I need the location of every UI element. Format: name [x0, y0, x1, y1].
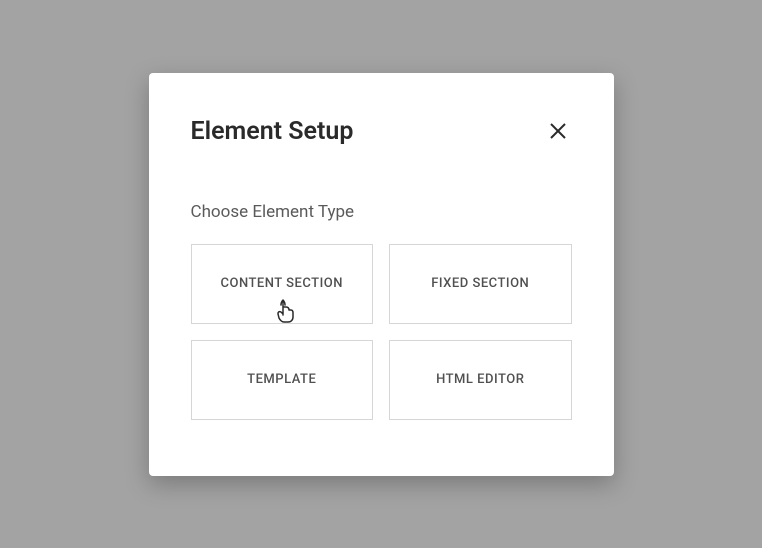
close-button[interactable] — [544, 117, 572, 145]
modal-title: Element Setup — [191, 117, 354, 146]
option-template[interactable]: TEMPLATE — [191, 340, 374, 420]
section-label: Choose Element Type — [191, 202, 572, 222]
option-fixed-section[interactable]: FIXED SECTION — [389, 244, 572, 324]
modal-header: Element Setup — [191, 117, 572, 146]
close-icon — [548, 121, 568, 141]
option-grid: CONTENT SECTION FIXED SECTION TEMPLATE H… — [191, 244, 572, 420]
option-content-section[interactable]: CONTENT SECTION — [191, 244, 374, 324]
option-html-editor[interactable]: HTML EDITOR — [389, 340, 572, 420]
element-setup-modal: Element Setup Choose Element Type CONTEN… — [149, 73, 614, 476]
